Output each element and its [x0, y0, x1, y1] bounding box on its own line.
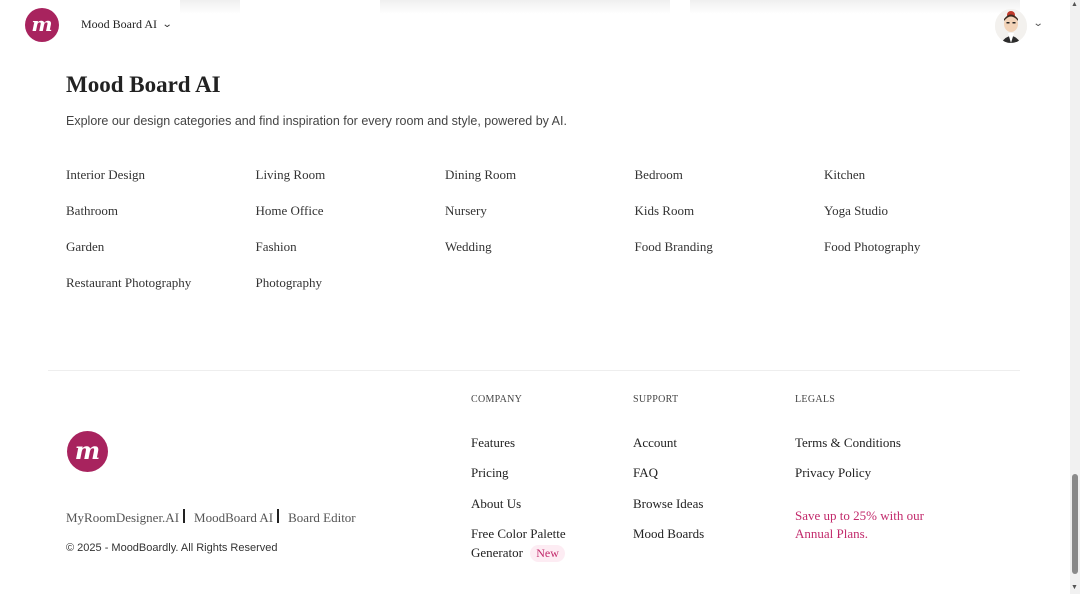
user-avatar[interactable]: [995, 9, 1027, 43]
footer-column-company: COMPANY Features Pricing About Us Free C…: [471, 394, 621, 562]
category-link[interactable]: Restaurant Photography: [66, 274, 256, 292]
scrollbar-thumb[interactable]: [1072, 474, 1078, 574]
footer-link-mood-boards[interactable]: Mood Boards: [633, 526, 704, 542]
product-switcher-label: Mood Board AI: [81, 17, 157, 31]
separator: [183, 509, 186, 523]
category-grid: Interior Design Living Room Dining Room …: [66, 166, 1016, 292]
category-link[interactable]: Interior Design: [66, 166, 256, 184]
category-link[interactable]: Yoga Studio: [824, 202, 1014, 220]
category-link[interactable]: Garden: [66, 238, 256, 256]
chevron-down-icon[interactable]: ⌄: [1033, 18, 1044, 29]
category-link[interactable]: Kitchen: [824, 166, 1014, 184]
category-link[interactable]: Kids Room: [635, 202, 825, 220]
logo-letter: m: [74, 435, 101, 465]
footer-link-privacy[interactable]: Privacy Policy: [795, 465, 871, 481]
footer-link-account[interactable]: Account: [633, 435, 677, 451]
page-title: Mood Board AI: [66, 72, 221, 97]
separator: [277, 509, 280, 523]
category-link[interactable]: Bedroom: [635, 166, 825, 184]
logo-letter: m: [31, 11, 53, 36]
category-link[interactable]: Home Office: [256, 202, 446, 220]
copyright: © 2025 - MoodBoardly. All Rights Reserve…: [66, 542, 278, 554]
footer-link-about-us[interactable]: About Us: [471, 496, 521, 512]
category-link[interactable]: Bathroom: [66, 202, 256, 220]
footer-link-terms[interactable]: Terms & Conditions: [795, 435, 901, 451]
footer-logo[interactable]: m: [67, 431, 108, 472]
site-link-myroomdesigner[interactable]: MyRoomDesigner.AI: [66, 510, 179, 526]
brand-logo[interactable]: m: [25, 8, 59, 42]
category-link[interactable]: Living Room: [256, 166, 446, 184]
category-link[interactable]: Dining Room: [445, 166, 635, 184]
footer-link-features[interactable]: Features: [471, 435, 515, 451]
site-link-moodboard-ai[interactable]: MoodBoard AI: [194, 510, 273, 526]
site-link-board-editor[interactable]: Board Editor: [288, 510, 356, 526]
footer-divider: [48, 370, 1020, 371]
scroll-up-arrow-icon[interactable]: ▲: [1071, 1, 1078, 8]
blurred-backdrop: [180, 0, 240, 14]
blurred-backdrop: [690, 0, 1020, 14]
footer-link-browse-ideas[interactable]: Browse Ideas: [633, 496, 703, 512]
palette-label: Free Color Palette: [471, 526, 566, 541]
top-header: m Mood Board AI ⌄ ⌄: [0, 0, 1070, 50]
palette-label-2: Generator: [471, 545, 523, 560]
footer-link-pricing[interactable]: Pricing: [471, 465, 509, 481]
category-link[interactable]: Wedding: [445, 238, 635, 256]
column-heading: COMPANY: [471, 394, 523, 405]
footer-column-legals: LEGALS Terms & Conditions Privacy Policy…: [795, 394, 975, 541]
blurred-backdrop: [380, 0, 670, 14]
sister-sites: MyRoomDesigner.AI MoodBoard AI Board Edi…: [66, 509, 356, 526]
category-link[interactable]: Food Branding: [635, 238, 825, 256]
column-heading: SUPPORT: [633, 394, 679, 405]
annual-plan-promo[interactable]: Save up to 25% with our Annual Plans.: [795, 507, 955, 543]
new-badge: New: [530, 545, 565, 562]
scroll-down-arrow-icon[interactable]: ▼: [1071, 584, 1078, 591]
footer-column-support: SUPPORT Account FAQ Browse Ideas Mood Bo…: [633, 394, 783, 541]
category-link[interactable]: Food Photography: [824, 238, 1014, 256]
page-subtitle: Explore our design categories and find i…: [66, 114, 567, 128]
column-heading: LEGALS: [795, 394, 836, 405]
product-switcher[interactable]: Mood Board AI ⌄: [81, 17, 173, 32]
page-scrollbar[interactable]: ▲ ▼: [1070, 0, 1080, 594]
footer-link-color-palette[interactable]: Free Color Palette Generator New: [471, 524, 566, 562]
category-link[interactable]: Nursery: [445, 202, 635, 220]
category-link[interactable]: Fashion: [256, 238, 446, 256]
chevron-down-icon: ⌄: [161, 19, 173, 30]
footer-link-faq[interactable]: FAQ: [633, 465, 658, 481]
category-link[interactable]: Photography: [256, 274, 446, 292]
